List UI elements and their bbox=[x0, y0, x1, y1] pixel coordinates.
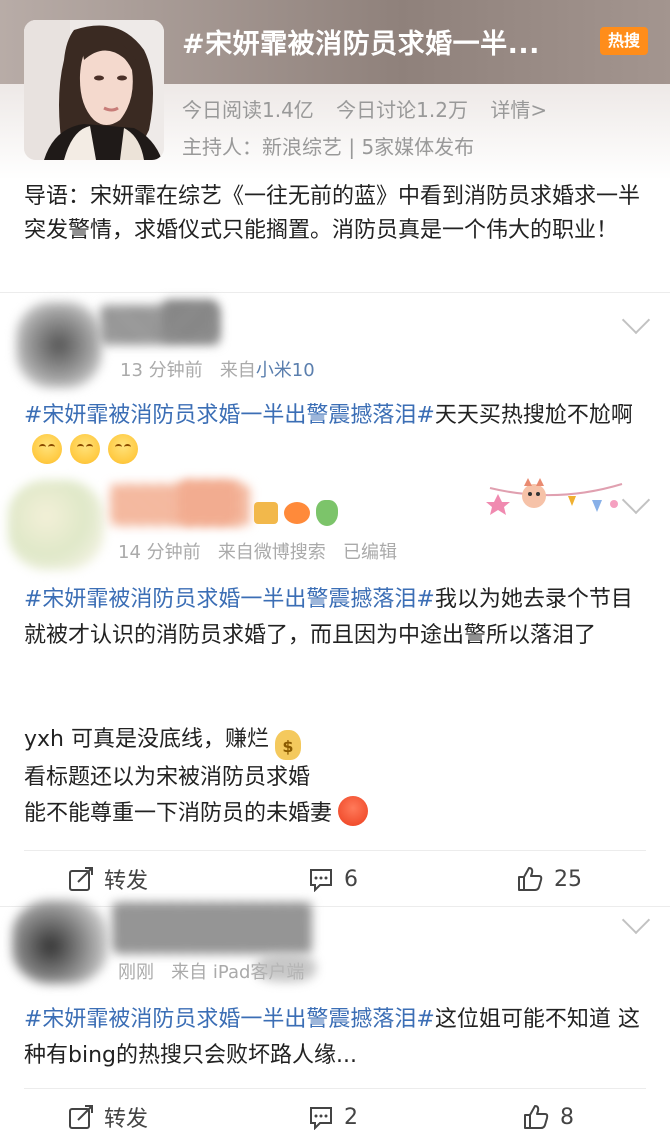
topic-intro: 导语：宋妍霏在综艺《一往无前的蓝》中看到消防员求婚求一半突发警情，求婚仪式只能搁… bbox=[24, 184, 641, 243]
hot-badge: 热搜 bbox=[600, 27, 648, 55]
divider bbox=[24, 850, 646, 851]
post-2-time: 14 分钟前 bbox=[118, 542, 201, 563]
angry-emoji-icon bbox=[338, 796, 369, 826]
discussion-count: 今日讨论1.2万 bbox=[336, 98, 468, 122]
money-bag-emoji-icon: $ bbox=[274, 730, 301, 760]
post-2-line-1: yxh 可真是没底线，赚烂 bbox=[24, 727, 269, 752]
post-2-like-count: 25 bbox=[554, 866, 582, 892]
post-2-avatar[interactable] bbox=[8, 480, 104, 570]
topic-host: 主持人：新浪综艺 | 5家媒体发布 bbox=[182, 135, 475, 159]
fish-badge-icon bbox=[284, 502, 310, 524]
post-2-hashtag[interactable]: #宋妍霏被消防员求婚一半出警震撼落泪# bbox=[24, 587, 435, 612]
post-3-time: 刚刚 bbox=[118, 962, 154, 983]
thumbs-up-icon bbox=[518, 867, 543, 891]
reads-count: 今日阅读1.4亿 bbox=[182, 98, 314, 122]
post-2-source[interactable]: 微博搜索 bbox=[254, 542, 326, 563]
post-2-repost-button[interactable]: 转发 bbox=[68, 852, 148, 906]
topic-avatar[interactable] bbox=[24, 20, 164, 160]
post-2-meta: 14 分钟前 来自微博搜索 已编辑 bbox=[118, 538, 397, 564]
post-1-from: 来自 bbox=[219, 360, 256, 381]
post-3-comment-count: 2 bbox=[344, 1104, 358, 1130]
post-3-avatar[interactable] bbox=[12, 900, 108, 984]
post-1-time: 13 分钟前 bbox=[120, 360, 203, 381]
repost-icon bbox=[69, 867, 93, 891]
post-3-meta-smudge bbox=[256, 954, 316, 982]
comment-icon bbox=[310, 1107, 332, 1130]
post-2-from: 来自 bbox=[217, 542, 254, 563]
crown-badge-icon bbox=[254, 502, 278, 524]
avatar-photo-icon bbox=[24, 20, 164, 160]
post-3-username[interactable] bbox=[112, 902, 312, 954]
post-1-text: #宋妍霏被消防员求婚一半出警震撼落泪#天天买热搜尬不尬啊 bbox=[24, 398, 646, 470]
post-3-hashtag[interactable]: #宋妍霏被消防员求婚一半出警震撼落泪# bbox=[24, 1007, 435, 1032]
post-3-text: #宋妍霏被消防员求婚一半出警震撼落泪#这位姐可能不知道 这种有bing的热搜只会… bbox=[24, 1002, 646, 1074]
post-2-line-3: 能不能尊重一下消防员的未婚妻 bbox=[24, 801, 333, 826]
topic-title: #宋妍霏被消防员求婚一半... bbox=[182, 29, 540, 60]
repost-icon bbox=[69, 1105, 93, 1129]
post-1-chevron-down-icon[interactable] bbox=[621, 305, 651, 335]
post-1-avatar[interactable] bbox=[16, 302, 102, 388]
topic-stats: 今日阅读1.4亿 今日讨论1.2万 详情> bbox=[182, 94, 563, 124]
post-2-like-button[interactable]: 25 bbox=[516, 852, 582, 906]
post-2-line-2: 看标题还以为宋被消防员求婚 bbox=[24, 765, 311, 790]
post-1-source[interactable]: 小米10 bbox=[256, 360, 315, 381]
post-3-from: 来自 bbox=[171, 962, 208, 983]
post-1-hashtag[interactable]: #宋妍霏被消防员求婚一半出警震撼落泪# bbox=[24, 403, 435, 428]
laugh-emoji-icon bbox=[32, 434, 62, 464]
post-3-chevron-down-icon[interactable] bbox=[621, 905, 651, 935]
post-1-username-2 bbox=[162, 300, 217, 340]
comment-icon bbox=[310, 869, 332, 892]
laugh-emoji-icon bbox=[108, 434, 138, 464]
garland-decoration-icon bbox=[486, 478, 623, 515]
post-2-edited: 已编辑 bbox=[342, 542, 397, 563]
divider bbox=[0, 292, 670, 293]
post-2-badges bbox=[254, 500, 344, 528]
post-2-action-bar: 转发 6 25 bbox=[0, 852, 670, 906]
plant-badge-icon bbox=[316, 500, 338, 526]
post-2-repost-label: 转发 bbox=[104, 869, 149, 894]
post-2-extra: yxh 可真是没底线，赚烂 $ 看标题还以为宋被消防员求婚 能不能尊重一下消防员的… bbox=[24, 722, 646, 832]
thumbs-up-icon bbox=[524, 1105, 549, 1129]
post-2-comment-button[interactable]: 6 bbox=[308, 852, 358, 906]
post-2-comment-count: 6 bbox=[344, 866, 358, 892]
divider bbox=[0, 906, 670, 907]
post-3-like-count: 8 bbox=[560, 1104, 574, 1130]
divider bbox=[24, 1088, 646, 1089]
post-3-repost-label: 转发 bbox=[104, 1107, 149, 1132]
post-1-meta: 13 分钟前 来自小米10 bbox=[120, 356, 315, 382]
detail-link[interactable]: 详情> bbox=[490, 98, 547, 122]
post-2-username-2 bbox=[178, 480, 238, 524]
post-1-body: 天天买热搜尬不尬啊 bbox=[434, 403, 633, 428]
laugh-emoji-icon bbox=[70, 434, 100, 464]
post-2-chevron-down-icon[interactable] bbox=[621, 485, 651, 515]
post-2-text: #宋妍霏被消防员求婚一半出警震撼落泪#我以为她去录个节目就被才认识的消防员求婚了… bbox=[24, 582, 646, 654]
